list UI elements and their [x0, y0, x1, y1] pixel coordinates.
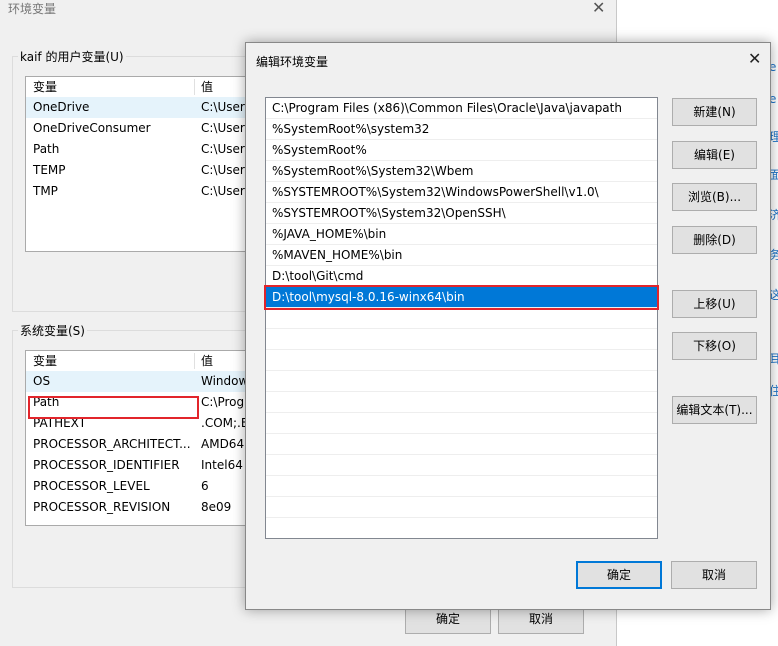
variable-name: PROCESSOR_LEVEL — [33, 479, 150, 493]
path-list-item[interactable]: %JAVA_HOME%\bin — [266, 224, 657, 245]
empty-list-row[interactable] — [266, 350, 657, 371]
path-list-item[interactable]: %SystemRoot% — [266, 140, 657, 161]
move-up-button[interactable]: 上移(U) — [672, 290, 757, 318]
browse-button[interactable]: 浏览(B)... — [672, 183, 757, 211]
edit-button[interactable]: 编辑(E) — [672, 141, 757, 169]
variable-value: .COM;.E — [201, 416, 249, 430]
variable-name: PROCESSOR_ARCHITECT... — [33, 437, 191, 451]
column-header-variable[interactable]: 变量 — [33, 351, 57, 371]
edit-text-button[interactable]: 编辑文本(T)... — [672, 396, 757, 424]
variable-value: 8e09 — [201, 500, 232, 514]
move-down-button[interactable]: 下移(O) — [672, 332, 757, 360]
variable-name: PROCESSOR_REVISION — [33, 500, 171, 514]
column-header-value[interactable]: 值 — [201, 77, 213, 97]
path-list-item[interactable]: D:\tool\mysql-8.0.16-winx64\bin — [264, 285, 659, 310]
empty-list-row[interactable] — [266, 476, 657, 497]
dialog-title: 编辑环境变量 — [256, 55, 329, 69]
dialog-ok-button[interactable]: 确定 — [576, 561, 662, 589]
path-list-item[interactable]: %MAVEN_HOME%\bin — [266, 245, 657, 266]
new-button[interactable]: 新建(N) — [672, 98, 757, 126]
variable-name: Path — [33, 142, 60, 156]
window-title: 环境变量 — [8, 2, 57, 16]
empty-list-row[interactable] — [266, 329, 657, 350]
user-vars-label: kaif 的用户变量(U) — [18, 48, 126, 65]
empty-list-row[interactable] — [266, 413, 657, 434]
empty-list-row[interactable] — [266, 434, 657, 455]
close-icon[interactable]: ✕ — [592, 0, 605, 17]
edit-env-var-dialog: 编辑环境变量 ✕ C:\Program Files (x86)\Common F… — [245, 42, 771, 610]
column-header-value[interactable]: 值 — [201, 351, 213, 371]
variable-name: OneDrive — [33, 100, 90, 114]
path-list-item[interactable]: %SystemRoot%\system32 — [266, 119, 657, 140]
variable-value: C:\User — [201, 121, 245, 135]
empty-list-row[interactable] — [266, 455, 657, 476]
variable-name: PROCESSOR_IDENTIFIER — [33, 458, 180, 472]
variable-value: C:\Prog — [201, 395, 245, 409]
variable-value: Intel64 — [201, 458, 243, 472]
path-list-item[interactable]: %SYSTEMROOT%\System32\OpenSSH\ — [266, 203, 657, 224]
column-header-variable[interactable]: 变量 — [33, 77, 57, 97]
variable-value: C:\User — [201, 142, 245, 156]
empty-list-row[interactable] — [266, 371, 657, 392]
delete-button[interactable]: 删除(D) — [672, 226, 757, 254]
path-list-item[interactable]: %SystemRoot%\System32\Wbem — [266, 161, 657, 182]
dialog-cancel-button[interactable]: 取消 — [671, 561, 757, 589]
path-list[interactable]: C:\Program Files (x86)\Common Files\Orac… — [264, 97, 659, 539]
path-list-item[interactable]: C:\Program Files (x86)\Common Files\Orac… — [266, 98, 657, 119]
empty-list-row[interactable] — [266, 497, 657, 518]
variable-value: 6 — [201, 479, 209, 493]
path-highlight-box — [28, 396, 199, 419]
variable-name: TEMP — [33, 163, 66, 177]
variable-value: AMD64 — [201, 437, 245, 451]
variable-name: OneDriveConsumer — [33, 121, 151, 135]
variable-value: Window — [201, 374, 249, 388]
empty-list-row[interactable] — [266, 392, 657, 413]
variable-value: C:\User — [201, 163, 245, 177]
path-list-item[interactable]: D:\tool\Git\cmd — [266, 266, 657, 287]
close-icon[interactable]: ✕ — [748, 49, 761, 68]
empty-list-row[interactable] — [266, 308, 657, 329]
path-list-item[interactable]: %SYSTEMROOT%\System32\WindowsPowerShell\… — [266, 182, 657, 203]
variable-value: C:\User — [201, 100, 245, 114]
variable-name: TMP — [33, 184, 58, 198]
system-vars-label: 系统变量(S) — [18, 322, 87, 339]
variable-name: OS — [33, 374, 51, 388]
variable-value: C:\User — [201, 184, 245, 198]
